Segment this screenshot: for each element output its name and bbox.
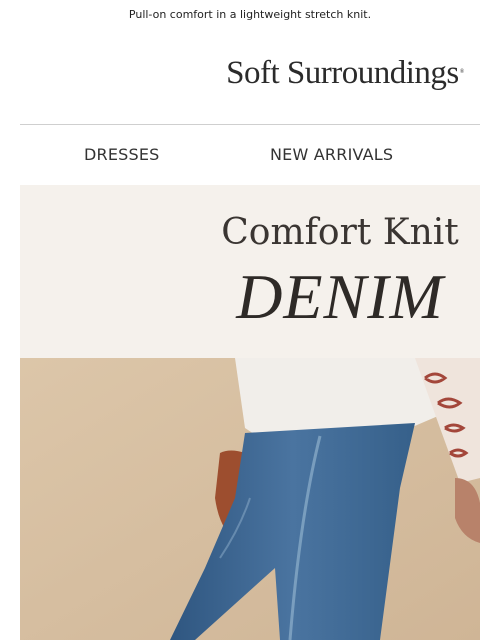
nav-item-dresses[interactable]: DRESSES	[84, 145, 160, 164]
hero-title: Comfort Knit	[221, 212, 459, 253]
hero-banner[interactable]: Comfort Knit DENIM	[20, 185, 480, 358]
hero-photo[interactable]	[20, 358, 480, 640]
nav-item-new-arrivals[interactable]: NEW ARRIVALS	[270, 145, 393, 164]
model-photo-illustration	[20, 358, 480, 640]
main-nav: DRESSES NEW ARRIVALS	[20, 125, 480, 185]
registered-mark: ®	[459, 69, 465, 75]
hero-subtitle: DENIM	[236, 261, 444, 332]
brand-logo-text: Soft Surroundings	[226, 55, 459, 91]
brand-logo[interactable]: Soft Surroundings®	[210, 55, 480, 92]
preheader-text: Pull-on comfort in a lightweight stretch…	[128, 8, 372, 21]
